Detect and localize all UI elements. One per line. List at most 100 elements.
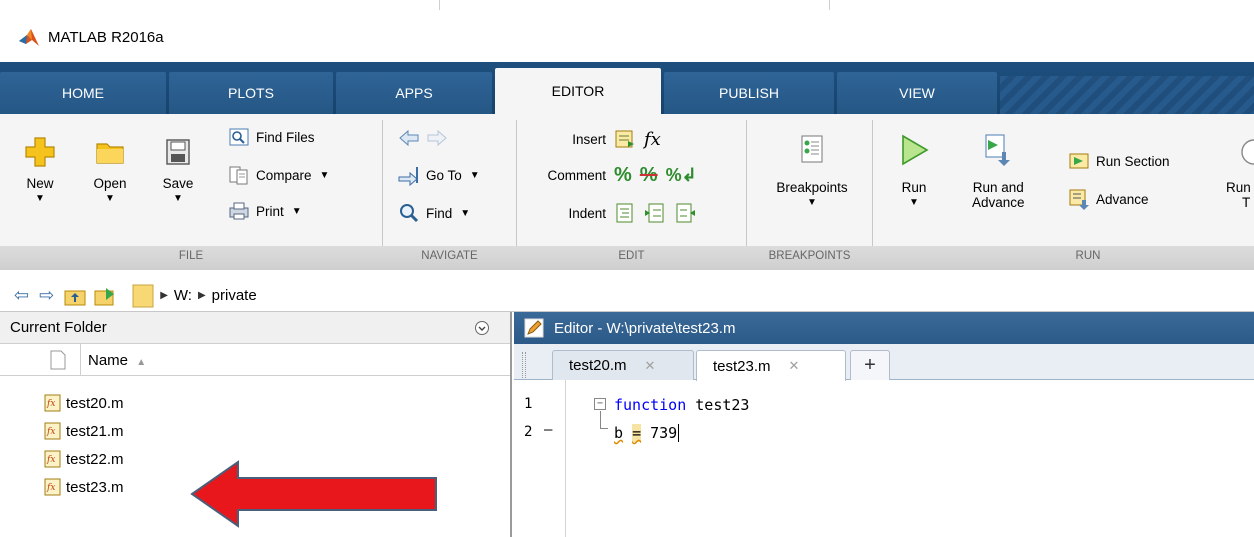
tab-apps[interactable]: APPS bbox=[336, 72, 492, 114]
compare-button[interactable]: Compare ▼ bbox=[228, 164, 329, 186]
close-icon[interactable]: ✕ bbox=[645, 358, 656, 374]
group-label-navigate: NAVIGATE bbox=[421, 250, 478, 262]
chevron-down-icon: ▼ bbox=[460, 207, 471, 219]
line-number-gutter: 1 2 – bbox=[514, 380, 566, 537]
title-bar: MATLAB R2016a bbox=[0, 12, 1254, 62]
uncomment-percent-icon[interactable]: % bbox=[640, 164, 658, 187]
breakpoint-marker[interactable]: – bbox=[544, 422, 552, 438]
group-label-run: RUN bbox=[1075, 250, 1101, 262]
go-to-arrows-icon bbox=[398, 167, 418, 186]
tab-publish[interactable]: PUBLISH bbox=[664, 72, 834, 114]
indent-row[interactable]: Indent bbox=[514, 202, 704, 224]
breadcrumb-separator-icon: ▶ bbox=[197, 290, 206, 301]
go-to-button[interactable]: Go To ▼ bbox=[398, 164, 480, 186]
matlab-function-file-icon: fx bbox=[44, 450, 61, 468]
run-and-advance-button[interactable]: Run and Advance bbox=[972, 132, 1025, 210]
back-forward-arrows-icon bbox=[399, 129, 447, 147]
forward-arrow-icon[interactable]: ⇨ bbox=[39, 285, 54, 306]
run-and-advance-icon bbox=[985, 134, 1011, 166]
name-column-header[interactable]: Name ▲ bbox=[88, 352, 146, 369]
line-number: 1 bbox=[524, 396, 533, 412]
breadcrumb-drive[interactable]: W: bbox=[174, 287, 192, 304]
back-forward-buttons[interactable] bbox=[398, 128, 448, 148]
editor-tab-bar: test20.m ✕ test23.m ✕ + bbox=[514, 344, 1254, 381]
folder-icon bbox=[96, 143, 124, 164]
open-button[interactable]: Open ▼ bbox=[92, 134, 128, 204]
fold-line bbox=[600, 411, 608, 429]
new-button[interactable]: New ▼ bbox=[22, 134, 58, 204]
compare-icon bbox=[229, 166, 248, 185]
chevron-down-icon: ▼ bbox=[469, 169, 480, 181]
line-number: 2 bbox=[524, 424, 533, 440]
matlab-logo-icon bbox=[19, 29, 39, 46]
window-title: MATLAB R2016a bbox=[48, 28, 164, 46]
fold-collapse-icon[interactable]: − bbox=[594, 398, 606, 410]
chevron-down-icon: ▼ bbox=[319, 169, 330, 181]
list-item[interactable]: fx test23.m bbox=[44, 478, 124, 496]
matlab-function-file-icon: fx bbox=[44, 478, 61, 496]
advance-button[interactable]: Advance bbox=[1068, 188, 1149, 210]
new-tab-button[interactable]: + bbox=[850, 350, 890, 380]
matlab-function-file-icon: fx bbox=[44, 422, 61, 440]
increase-indent-icon[interactable] bbox=[644, 202, 666, 224]
chevron-down-icon: ▼ bbox=[909, 197, 919, 208]
group-label-breakpoints: BREAKPOINTS bbox=[768, 250, 851, 262]
print-button[interactable]: Print ▼ bbox=[228, 200, 302, 222]
tab-test23[interactable]: test23.m ✕ bbox=[696, 350, 846, 381]
tab-home[interactable]: HOME bbox=[0, 72, 166, 114]
list-item[interactable]: fx test22.m bbox=[44, 450, 124, 468]
svg-text:fx: fx bbox=[46, 399, 55, 409]
code-line-2[interactable]: b = 739 bbox=[614, 424, 680, 442]
tab-strip-fill bbox=[1000, 76, 1254, 114]
run-and-time-button[interactable]: Run T bbox=[1226, 132, 1254, 210]
smart-indent-icon[interactable] bbox=[614, 202, 636, 224]
find-button[interactable]: Find ▼ bbox=[398, 202, 470, 224]
wrap-comments-icon[interactable]: %↲ bbox=[666, 165, 697, 186]
tab-editor[interactable]: EDITOR bbox=[495, 68, 661, 114]
save-disk-icon bbox=[166, 139, 190, 165]
breadcrumb-separator-icon: ▶ bbox=[160, 290, 168, 301]
insert-row[interactable]: Insert fx bbox=[514, 128, 661, 150]
tab-test20[interactable]: test20.m ✕ bbox=[552, 350, 694, 380]
close-icon[interactable]: ✕ bbox=[789, 358, 800, 374]
chevron-down-icon: ▼ bbox=[807, 197, 817, 208]
breadcrumb-folder[interactable]: private bbox=[212, 287, 257, 304]
list-item[interactable]: fx test20.m bbox=[44, 394, 124, 412]
current-folder-header: Current Folder bbox=[0, 312, 510, 344]
fx-icon[interactable]: fx bbox=[644, 129, 661, 150]
insert-section-icon bbox=[615, 130, 634, 148]
run-and-time-icon bbox=[1241, 139, 1254, 165]
find-files-button[interactable]: Find Files bbox=[228, 126, 315, 148]
code-line-1[interactable]: function test23 bbox=[614, 396, 749, 414]
breakpoints-icon bbox=[801, 135, 823, 163]
run-button[interactable]: Run ▼ bbox=[896, 132, 932, 208]
matlab-window: MATLAB R2016a HOME PLOTS APPS EDITOR PUB… bbox=[0, 0, 1254, 537]
chevron-down-icon: ▼ bbox=[35, 193, 45, 204]
browse-folder-icon[interactable] bbox=[94, 286, 116, 306]
comment-percent-icon[interactable]: % bbox=[614, 164, 632, 187]
editor-title: Editor - W:\private\test23.m bbox=[554, 319, 736, 337]
decrease-indent-icon[interactable] bbox=[674, 202, 696, 224]
chevron-down-icon: ▼ bbox=[105, 193, 115, 204]
find-files-icon bbox=[229, 128, 249, 146]
group-label-file: FILE bbox=[178, 250, 204, 262]
matlab-function-file-icon: fx bbox=[44, 394, 61, 412]
svg-text:fx: fx bbox=[46, 427, 55, 437]
toolstrip-tabs: HOME PLOTS APPS EDITOR PUBLISH VIEW bbox=[0, 62, 1254, 114]
list-item[interactable]: fx test21.m bbox=[44, 422, 124, 440]
current-folder-title: Current Folder bbox=[10, 319, 107, 336]
chevron-down-icon: ▼ bbox=[173, 193, 183, 204]
save-button[interactable]: Save ▼ bbox=[160, 134, 196, 204]
address-bar: ⇦ ⇨ ▶ W: ▶ private bbox=[0, 280, 1254, 312]
editor-panel: Editor - W:\private\test23.m test20.m ✕ … bbox=[514, 312, 1254, 537]
run-section-button[interactable]: Run Section bbox=[1068, 150, 1170, 172]
tab-view[interactable]: VIEW bbox=[837, 72, 997, 114]
pencil-icon bbox=[524, 318, 544, 338]
up-one-level-icon[interactable] bbox=[64, 286, 86, 306]
breakpoints-button[interactable]: Breakpoints ▼ bbox=[760, 132, 864, 208]
panel-actions-icon[interactable] bbox=[474, 320, 490, 336]
comment-row[interactable]: Comment % % %↲ bbox=[514, 164, 697, 187]
magnifier-icon bbox=[400, 204, 419, 223]
back-arrow-icon[interactable]: ⇦ bbox=[14, 285, 29, 306]
tab-plots[interactable]: PLOTS bbox=[169, 72, 333, 114]
